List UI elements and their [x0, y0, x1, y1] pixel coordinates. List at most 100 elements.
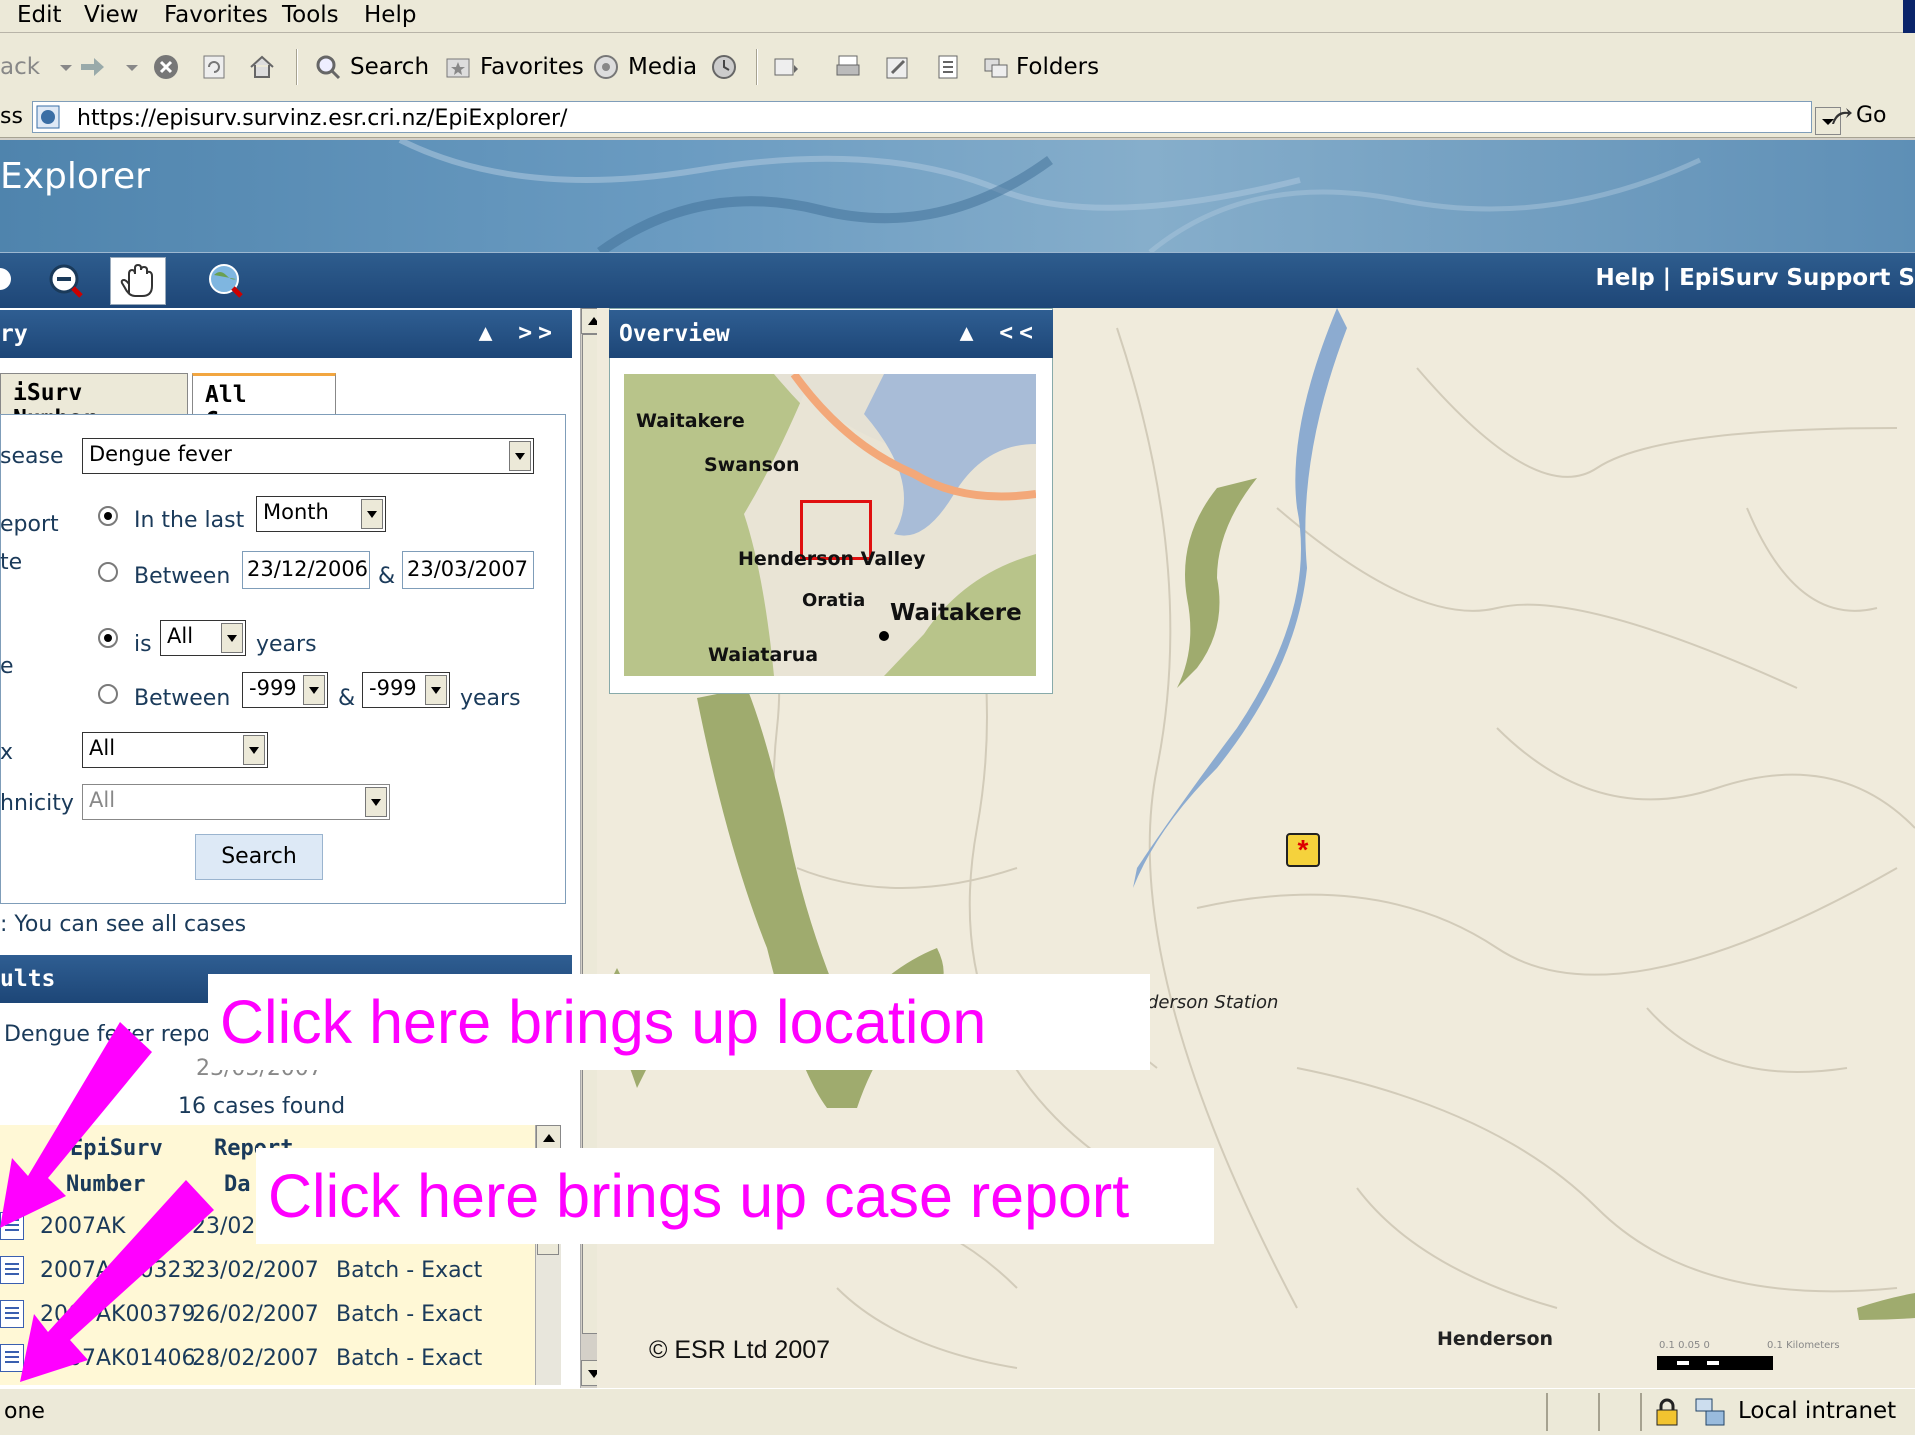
menu-tools[interactable]: Tools	[282, 2, 339, 28]
menu-bar: Edit View Favorites Tools Help	[0, 0, 1915, 33]
tab-all-cases[interactable]: All Cases	[192, 373, 336, 434]
zone-text: Local intranet	[1738, 1398, 1897, 1424]
age-from-select[interactable]: -999	[242, 672, 328, 708]
status-text: one	[4, 1399, 45, 1424]
overview-place: Waitakere	[890, 600, 1022, 626]
zoom-in-icon[interactable]	[0, 263, 12, 299]
query-panel-title: ry	[0, 321, 28, 347]
address-input[interactable]: https://episurv.survinz.esr.cri.nz/EpiEx…	[32, 101, 1841, 135]
favorites-button[interactable]: Favorites	[480, 54, 584, 80]
sex-select[interactable]: All	[82, 732, 268, 768]
status-bar: one Local intranet	[0, 1388, 1915, 1435]
address-label: ss	[0, 104, 23, 129]
age-is-radio[interactable]	[98, 628, 118, 648]
disease-value: Dengue fever	[89, 442, 232, 466]
history-icon[interactable]	[710, 53, 738, 81]
go-arrow-icon[interactable]	[1828, 104, 1854, 130]
chevron-down-icon[interactable]	[425, 675, 447, 705]
go-button[interactable]: Go	[1856, 103, 1887, 128]
in-the-last-radio[interactable]	[98, 506, 118, 526]
print-icon[interactable]	[834, 53, 862, 81]
dropdown-arrow-icon[interactable]	[52, 53, 80, 81]
copyright-label: © ESR Ltd 2007	[649, 1336, 831, 1364]
pan-button[interactable]	[110, 257, 166, 305]
search-button[interactable]: Search	[350, 54, 429, 80]
home-icon[interactable]	[248, 53, 276, 81]
search-icon[interactable]	[314, 53, 342, 81]
mail-icon[interactable]	[772, 53, 800, 81]
query-panel-header: ry ▲ >>	[0, 310, 572, 358]
between-dates-radio[interactable]	[98, 562, 118, 582]
browser-toolbar: ack Search Favorites Media Folders	[0, 33, 1915, 105]
access-note: : You can see all cases	[0, 912, 247, 937]
full-extent-button[interactable]	[200, 257, 256, 305]
back-button[interactable]: ack	[0, 54, 40, 80]
case-method: Batch - Exact	[336, 1258, 483, 1283]
overview-place: Swanson	[704, 454, 800, 476]
chevron-down-icon[interactable]	[243, 735, 265, 765]
ethnicity-label: hnicity	[0, 791, 74, 816]
folders-button[interactable]: Folders	[1016, 54, 1099, 80]
chevron-down-icon[interactable]	[303, 675, 325, 705]
window-edge	[1903, 0, 1915, 33]
discuss-icon[interactable]	[934, 53, 962, 81]
period-select[interactable]: Month	[256, 496, 386, 532]
scale-tick	[1707, 1361, 1719, 1365]
case-location-marker[interactable]: *	[1286, 833, 1320, 867]
chevron-down-icon[interactable]	[361, 499, 383, 529]
age-select[interactable]: All	[160, 620, 246, 656]
overview-place: Waitakere	[636, 410, 745, 432]
forward-arrow-icon[interactable]	[78, 53, 106, 81]
menu-favorites[interactable]: Favorites	[164, 2, 268, 28]
in-the-last-label: In the last	[134, 508, 245, 533]
dropdown-arrow-icon[interactable]	[118, 53, 146, 81]
tab-episurv-number[interactable]: iSurv Number	[0, 373, 188, 432]
between-label: Between	[134, 564, 231, 589]
media-icon[interactable]	[592, 53, 620, 81]
chevron-down-icon[interactable]	[221, 623, 243, 653]
age-years-label: years	[256, 632, 317, 657]
media-button[interactable]: Media	[628, 54, 697, 80]
hand-pan-icon	[120, 263, 153, 297]
folders-icon[interactable]	[982, 53, 1010, 81]
search-button[interactable]: Search	[195, 834, 323, 880]
toolbar-separator	[756, 49, 758, 85]
ethnicity-select[interactable]: All	[82, 784, 390, 820]
place-label: Henderson	[1437, 1328, 1554, 1350]
date-from-input[interactable]: 23/12/2006	[242, 551, 370, 589]
query-panel-controls[interactable]: ▲ >>	[479, 320, 558, 346]
refresh-icon[interactable]	[200, 53, 228, 81]
sex-value: All	[89, 736, 116, 760]
age-amp: &	[338, 686, 356, 711]
location-callout: Click here brings up location	[208, 974, 1150, 1070]
period-value: Month	[263, 500, 329, 524]
zoom-out-button[interactable]	[40, 257, 96, 305]
disease-select[interactable]: Dengue fever	[82, 438, 534, 474]
disease-label: sease	[0, 444, 64, 469]
lock-icon	[1656, 1398, 1678, 1426]
age-to-select[interactable]: -999	[362, 672, 450, 708]
status-divider	[1640, 1393, 1642, 1431]
menu-view[interactable]: View	[84, 2, 139, 28]
menu-help[interactable]: Help	[364, 2, 416, 28]
query-form	[0, 414, 566, 904]
edit-icon[interactable]	[884, 53, 912, 81]
zoom-out-icon	[49, 264, 83, 298]
river	[1133, 308, 1347, 888]
age-label: e	[0, 654, 14, 679]
menu-edit[interactable]: Edit	[17, 2, 62, 28]
scroll-thumb[interactable]	[537, 1243, 559, 1255]
chevron-down-icon[interactable]	[365, 787, 387, 817]
case-method: Batch - Exact	[336, 1346, 483, 1371]
case-report-callout: Click here brings up case report	[256, 1148, 1214, 1244]
report-date-label: eport	[0, 512, 59, 537]
help-support-links[interactable]: Help | EpiSurv Support S	[1595, 265, 1915, 291]
overview-map[interactable]: Waitakere Swanson Henderson Valley Orati…	[624, 374, 1036, 676]
chevron-down-icon[interactable]	[509, 441, 531, 471]
age-between-radio[interactable]	[98, 684, 118, 704]
date-to-input[interactable]: 23/03/2007	[402, 551, 534, 589]
favorites-icon[interactable]	[444, 53, 472, 81]
scale-label-right: 0.1 Kilometers	[1767, 1340, 1840, 1351]
overview-controls[interactable]: ▲ <<	[960, 320, 1039, 346]
stop-icon[interactable]	[152, 53, 180, 81]
